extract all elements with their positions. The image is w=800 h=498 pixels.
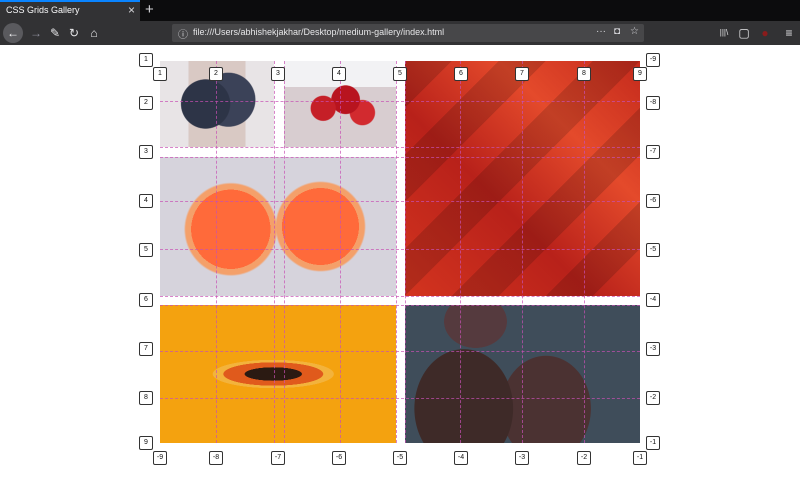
grid-label-left: 6	[139, 293, 153, 307]
reload-icon[interactable]: ↻	[66, 25, 82, 41]
grid-label-bottom: -6	[332, 451, 346, 465]
grid-label-top: 3	[271, 67, 285, 81]
info-icon[interactable]: ⓘ	[178, 26, 188, 41]
grid-label-left: 7	[139, 342, 153, 356]
grid-label-top: 8	[577, 67, 591, 81]
browser-tab[interactable]: CSS Grids Gallery ×	[0, 0, 140, 21]
grid-label-right: -9	[646, 53, 660, 67]
url-text[interactable]: file:///Users/abhishekjakhar/Desktop/med…	[193, 27, 444, 37]
grid-label-bottom: -4	[454, 451, 468, 465]
grid-label-right: -7	[646, 145, 660, 159]
grid-label-right: -8	[646, 96, 660, 110]
grid-label-top: 7	[515, 67, 529, 81]
tools-icon[interactable]: ✎	[47, 25, 63, 41]
extension-icon[interactable]: ●	[757, 25, 773, 41]
more-actions-icon[interactable]: ···	[596, 26, 606, 37]
library-icon[interactable]: |||\	[716, 25, 732, 41]
grid-label-top: 2	[209, 67, 223, 81]
bookmark-star-icon[interactable]: ☆	[630, 26, 639, 37]
grid-label-right: -6	[646, 194, 660, 208]
forward-icon[interactable]: →	[28, 25, 44, 41]
tab-title: CSS Grids Gallery	[6, 5, 80, 15]
grid-label-top: 4	[332, 67, 346, 81]
home-icon[interactable]: ⌂	[86, 25, 102, 41]
grid-label-bottom: -5	[393, 451, 407, 465]
grid-label-bottom: -8	[209, 451, 223, 465]
grid-label-right: -5	[646, 243, 660, 257]
grid-label-left: 1	[139, 53, 153, 67]
menu-icon[interactable]: ≡	[781, 25, 797, 41]
gallery-grid	[160, 61, 640, 443]
grapefruit-photo	[160, 157, 396, 296]
grid-label-left: 2	[139, 96, 153, 110]
pineapple-photo	[405, 305, 640, 443]
grid-label-left: 9	[139, 436, 153, 450]
grid-label-right: -4	[646, 293, 660, 307]
grid-label-bottom: -9	[153, 451, 167, 465]
grid-label-top: 9	[633, 67, 647, 81]
grid-label-bottom: -2	[577, 451, 591, 465]
grid-label-left: 5	[139, 243, 153, 257]
tab-close-icon[interactable]: ×	[128, 3, 135, 17]
grid-label-bottom: -3	[515, 451, 529, 465]
new-tab-icon[interactable]: +	[145, 0, 154, 20]
sidebar-icon[interactable]: ▢	[736, 25, 752, 41]
grid-label-right: -1	[646, 436, 660, 450]
grid-label-bottom: -7	[271, 451, 285, 465]
browser-titlebar: CSS Grids Gallery × +	[0, 0, 800, 21]
grid-label-left: 3	[139, 145, 153, 159]
grid-label-right: -3	[646, 342, 660, 356]
grid-label-top: 5	[393, 67, 407, 81]
grid-label-top: 6	[454, 67, 468, 81]
grid-label-right: -2	[646, 391, 660, 405]
grid-label-left: 8	[139, 391, 153, 405]
url-bar[interactable]: ⓘ file:///Users/abhishekjakhar/Desktop/m…	[172, 24, 644, 42]
papaya-photo	[160, 305, 396, 443]
grid-label-top: 1	[153, 67, 167, 81]
back-button[interactable]: ←	[3, 23, 23, 43]
grid-label-left: 4	[139, 194, 153, 208]
pocket-icon[interactable]: ◘	[614, 26, 620, 37]
grid-label-bottom: -1	[633, 451, 647, 465]
watermelon-photo	[405, 61, 640, 296]
